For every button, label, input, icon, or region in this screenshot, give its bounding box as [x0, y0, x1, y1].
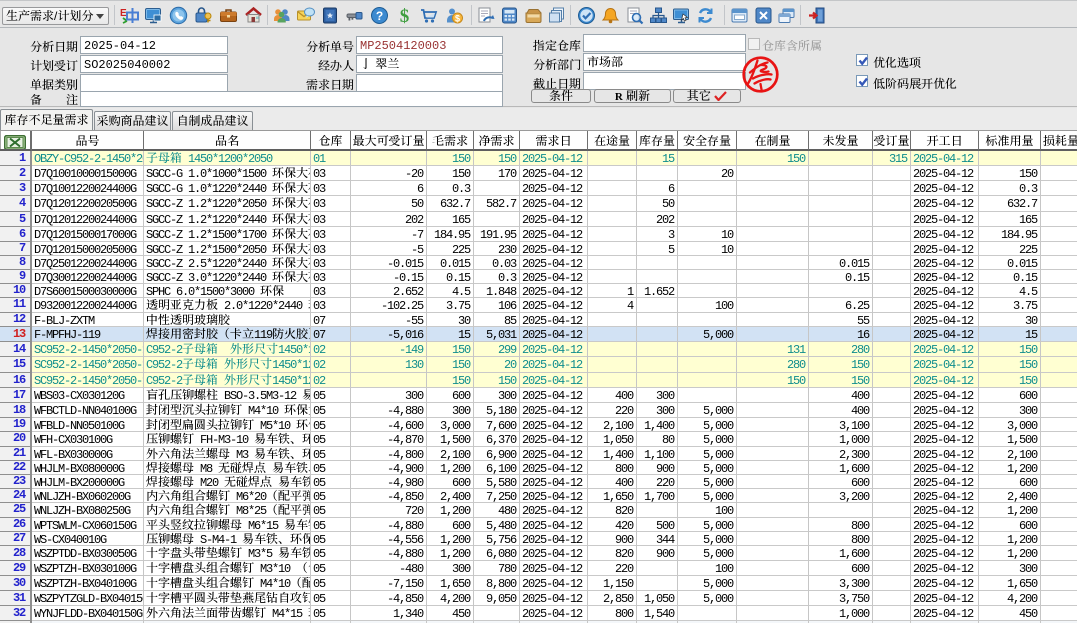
svg-text:?: ?: [376, 9, 383, 23]
svg-text:$: $: [400, 6, 410, 25]
svg-text:$: $: [455, 14, 460, 24]
